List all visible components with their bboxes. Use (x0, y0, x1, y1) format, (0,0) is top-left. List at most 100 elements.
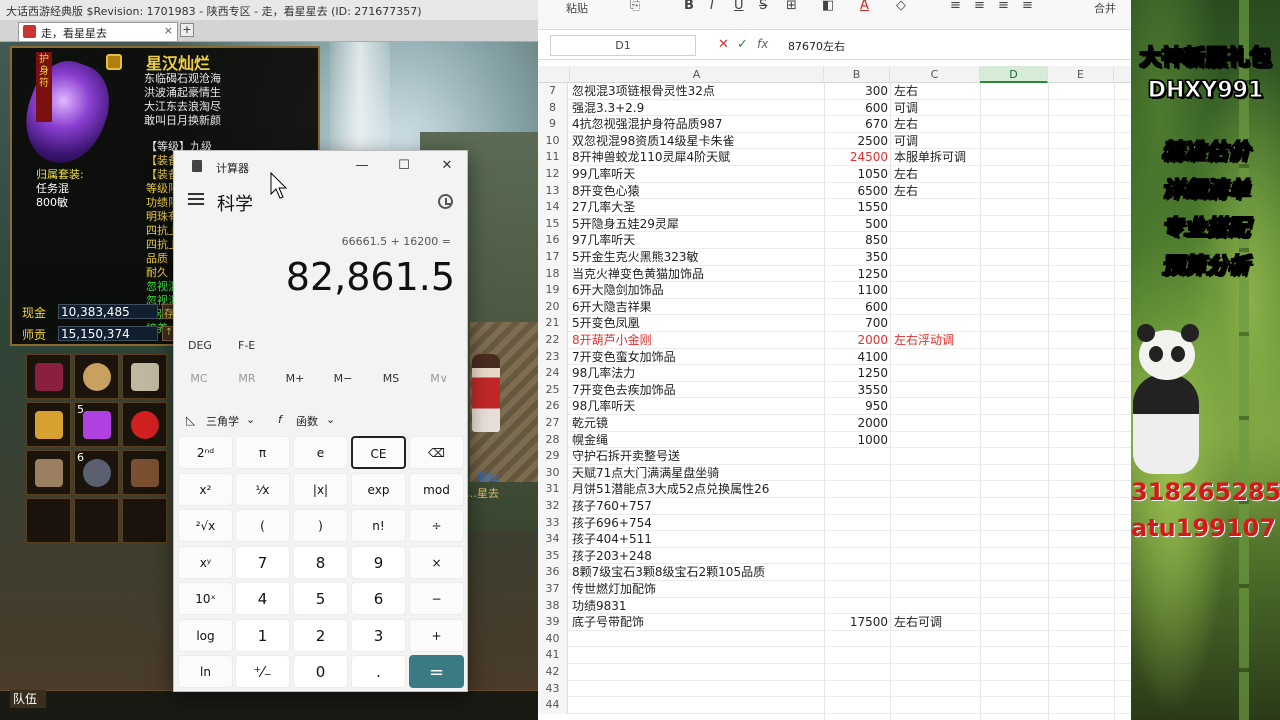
justify-icon[interactable]: ≡ (1022, 0, 1033, 13)
row-number[interactable]: 9 (538, 116, 568, 133)
inventory-slot[interactable] (122, 354, 167, 399)
row-number[interactable]: 31 (538, 481, 568, 498)
cell-a[interactable]: 底子号带配饰 (572, 614, 824, 630)
underline-button[interactable]: U (734, 0, 744, 13)
open-paren-button[interactable]: ( (235, 509, 290, 542)
clear-entry-button[interactable]: CE (351, 436, 406, 469)
digit-8-button[interactable]: 8 (293, 545, 348, 579)
cell-a[interactable]: 98几率法力 (572, 365, 824, 381)
row-number[interactable]: 26 (538, 398, 568, 415)
cell-b[interactable]: 24500 (828, 149, 888, 165)
divide-button[interactable]: ÷ (409, 509, 464, 542)
team-button[interactable]: 队伍 (10, 690, 46, 708)
row-number[interactable]: 15 (538, 215, 568, 233)
reciprocal-button[interactable]: ¹⁄x (235, 472, 290, 506)
cell-b[interactable]: 17500 (828, 614, 888, 630)
row-number[interactable]: 39 (538, 614, 568, 631)
border-icon[interactable]: ⊞ (786, 0, 797, 13)
italic-button[interactable]: I (710, 0, 714, 13)
cell-a[interactable]: 当克火禅变色黄猫加饰品 (572, 266, 824, 282)
row-number[interactable]: 35 (538, 547, 568, 565)
cell-a[interactable]: 传世燃灯加配饰 (572, 581, 824, 597)
cell-a[interactable]: 天赋71点大门满满星盘坐骑 (572, 465, 824, 481)
bold-button[interactable]: B (684, 0, 694, 13)
inventory-slot[interactable] (26, 498, 71, 543)
row-number[interactable]: 25 (538, 381, 568, 399)
row-number[interactable]: 16 (538, 232, 568, 249)
cell-c[interactable]: 左右可调 (894, 614, 994, 630)
cell-a[interactable]: 8颗7级宝石3颗8级宝石2颗105品质 (572, 564, 824, 580)
factorial-button[interactable]: n! (351, 509, 406, 542)
memory-list-button[interactable]: M∨ (416, 372, 462, 385)
inventory-slot[interactable] (26, 354, 71, 399)
row-number[interactable]: 28 (538, 431, 568, 449)
paste-button[interactable]: 粘贴 (566, 0, 588, 16)
font-color-button[interactable]: A (860, 0, 869, 13)
cell-c[interactable]: 左右浮动调 (894, 332, 994, 348)
inventory-slot[interactable] (122, 402, 167, 447)
close-icon[interactable]: × (164, 24, 173, 37)
strikethrough-button[interactable]: S (759, 0, 767, 13)
inventory-slot[interactable] (26, 402, 71, 447)
cell-b[interactable]: 300 (828, 83, 888, 99)
fill-color-icon[interactable]: ◧ (822, 0, 834, 13)
row-number[interactable]: 20 (538, 298, 568, 316)
cell-b[interactable]: 1250 (828, 365, 888, 381)
digit-4-button[interactable]: 4 (235, 582, 290, 615)
cancel-icon[interactable]: ✕ (718, 37, 729, 52)
row-number[interactable]: 8 (538, 99, 568, 117)
row-number[interactable]: 40 (538, 630, 568, 648)
cell-a[interactable]: 8开神兽蛟龙110灵犀4阶天赋 (572, 149, 824, 165)
cell-b[interactable]: 2000 (828, 332, 888, 348)
negate-button[interactable]: ⁺⁄₋ (235, 655, 290, 688)
minimize-button[interactable]: — (347, 155, 377, 177)
add-tab-button[interactable]: + (180, 23, 194, 37)
row-number[interactable]: 12 (538, 166, 568, 183)
decimal-button[interactable]: . (351, 655, 406, 688)
align-right-icon[interactable]: ≡ (998, 0, 1009, 13)
cell-b[interactable]: 1250 (828, 266, 888, 282)
cell-b[interactable]: 700 (828, 315, 888, 331)
column-header-d[interactable]: D (980, 66, 1048, 83)
cell-b[interactable]: 600 (828, 299, 888, 315)
cell-b[interactable]: 2000 (828, 415, 888, 431)
cell-b[interactable]: 1100 (828, 282, 888, 298)
cell-c[interactable]: 左右 (894, 83, 994, 99)
row-number[interactable]: 14 (538, 199, 568, 216)
e-button[interactable]: e (293, 436, 348, 469)
function-dropdown[interactable]: 函数 (296, 413, 318, 429)
inventory-slot[interactable] (26, 450, 71, 495)
row-number[interactable]: 37 (538, 581, 568, 598)
cell-c[interactable]: 本服单拆可调 (894, 149, 994, 165)
column-header-e[interactable]: E (1048, 66, 1114, 83)
digit-0-button[interactable]: 0 (293, 655, 348, 688)
cell-a[interactable]: 孩子760+757 (572, 498, 824, 514)
row-number[interactable]: 27 (538, 415, 568, 432)
cell-b[interactable]: 850 (828, 232, 888, 248)
row-number[interactable]: 29 (538, 448, 568, 465)
row-number[interactable]: 36 (538, 564, 568, 581)
confirm-icon[interactable]: ✓ (737, 37, 748, 52)
row-number[interactable]: 22 (538, 332, 568, 349)
sqrt-button[interactable]: ²√x (178, 509, 233, 542)
cell-a[interactable]: 4抗忽视强混护身符品质987 (572, 116, 824, 132)
exp-button[interactable]: exp (351, 472, 406, 506)
cell-a[interactable]: 98几率听天 (572, 398, 824, 414)
cell-a[interactable]: 双忽视混98资质14级星卡朱雀 (572, 133, 824, 149)
row-number[interactable]: 34 (538, 531, 568, 548)
cell-c[interactable]: 左右 (894, 166, 994, 182)
mod-button[interactable]: mod (409, 472, 464, 506)
cell-a[interactable]: 孩子203+248 (572, 548, 824, 564)
cell-b[interactable]: 1550 (828, 199, 888, 215)
cell-c[interactable]: 左右 (894, 116, 994, 132)
multiply-button[interactable]: × (409, 545, 464, 579)
cell-a[interactable]: 99几率听天 (572, 166, 824, 182)
digit-7-button[interactable]: 7 (235, 545, 290, 579)
angle-mode-button[interactable]: DEG (188, 339, 212, 352)
column-header-b[interactable]: B (824, 66, 890, 83)
cell-b[interactable]: 500 (828, 216, 888, 232)
cell-a[interactable]: 6开大隐吉祥果 (572, 299, 824, 315)
row-number[interactable]: 17 (538, 249, 568, 266)
player-character[interactable] (472, 354, 500, 432)
row-number[interactable]: 44 (538, 697, 568, 714)
